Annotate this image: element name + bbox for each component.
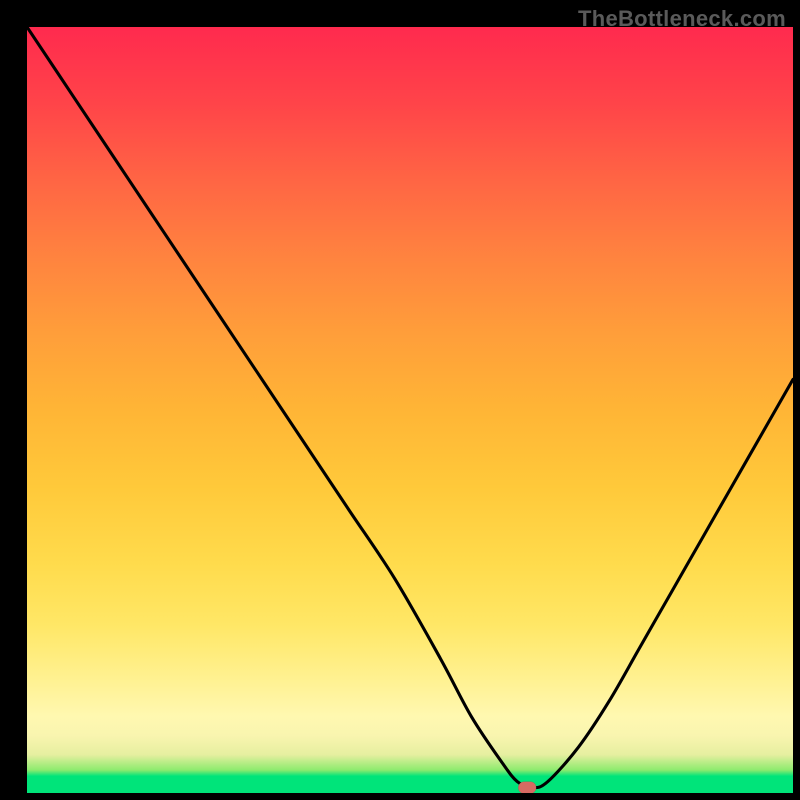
chart-frame: TheBottleneck.com bbox=[0, 0, 800, 800]
chart-svg bbox=[27, 27, 793, 793]
bottleneck-curve bbox=[27, 27, 793, 788]
optimum-marker bbox=[518, 782, 536, 793]
watermark-text: TheBottleneck.com bbox=[578, 6, 786, 32]
plot-area bbox=[27, 27, 793, 793]
